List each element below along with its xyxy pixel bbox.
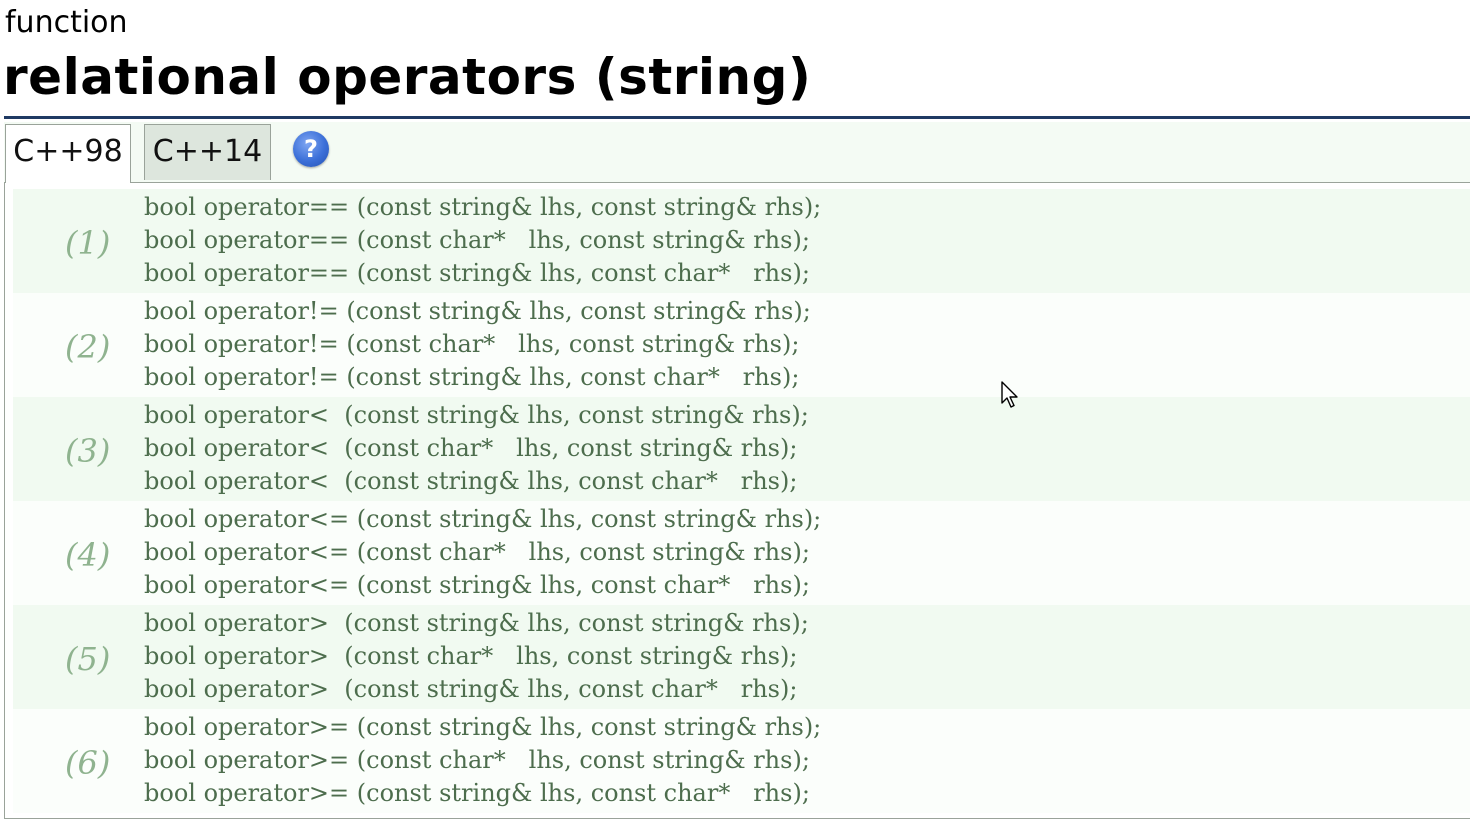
declarations-panel: (1) bool operator== (const string& lhs, … — [4, 183, 1470, 819]
title-divider — [4, 116, 1470, 119]
declaration-line: bool operator== (const char* lhs, const … — [144, 226, 810, 254]
declaration-line: bool operator< (const string& lhs, const… — [144, 401, 809, 429]
declaration-line: bool operator<= (const char* lhs, const … — [144, 538, 810, 566]
declaration-group-4: (4) bool operator<= (const string& lhs, … — [13, 501, 1470, 605]
declaration-line: bool operator>= (const string& lhs, cons… — [144, 779, 810, 807]
declaration-group-1: (1) bool operator== (const string& lhs, … — [13, 189, 1470, 293]
group-label: (3) — [65, 432, 111, 470]
declaration-line: bool operator!= (const string& lhs, cons… — [144, 363, 800, 391]
tab-cpp14[interactable]: C++14 — [144, 124, 271, 180]
declaration-line: bool operator== (const string& lhs, cons… — [144, 259, 810, 287]
tab-cpp98[interactable]: C++98 — [5, 124, 131, 183]
declaration-group-6: (6) bool operator>= (const string& lhs, … — [13, 709, 1470, 813]
declaration-line: bool operator> (const string& lhs, const… — [144, 609, 809, 637]
declaration-group-2: (2) bool operator!= (const string& lhs, … — [13, 293, 1470, 397]
declaration-line: bool operator<= (const string& lhs, cons… — [144, 571, 810, 599]
mouse-cursor-icon — [1001, 381, 1018, 408]
declaration-line: bool operator> (const string& lhs, const… — [144, 675, 798, 703]
declaration-line: bool operator>= (const string& lhs, cons… — [144, 713, 822, 741]
group-label: (6) — [65, 744, 111, 782]
declaration-group-5: (5) bool operator> (const string& lhs, c… — [13, 605, 1470, 709]
version-tabs: C++98 C++14 ? — [4, 122, 1470, 183]
group-label: (5) — [65, 640, 111, 678]
group-label: (4) — [65, 536, 111, 574]
group-label: (1) — [65, 224, 111, 262]
declaration-line: bool operator> (const char* lhs, const s… — [144, 642, 798, 670]
declaration-line: bool operator<= (const string& lhs, cons… — [144, 505, 822, 533]
page-kind: function — [5, 5, 128, 40]
declaration-line: bool operator< (const char* lhs, const s… — [144, 434, 798, 462]
declaration-group-3: (3) bool operator< (const string& lhs, c… — [13, 397, 1470, 501]
help-icon[interactable]: ? — [293, 131, 329, 167]
page-title: relational operators (string) — [3, 48, 812, 106]
group-label: (2) — [65, 328, 111, 366]
declaration-line: bool operator!= (const string& lhs, cons… — [144, 297, 811, 325]
declaration-line: bool operator!= (const char* lhs, const … — [144, 330, 800, 358]
declaration-line: bool operator>= (const char* lhs, const … — [144, 746, 810, 774]
declaration-line: bool operator< (const string& lhs, const… — [144, 467, 798, 495]
declaration-line: bool operator== (const string& lhs, cons… — [144, 193, 822, 221]
